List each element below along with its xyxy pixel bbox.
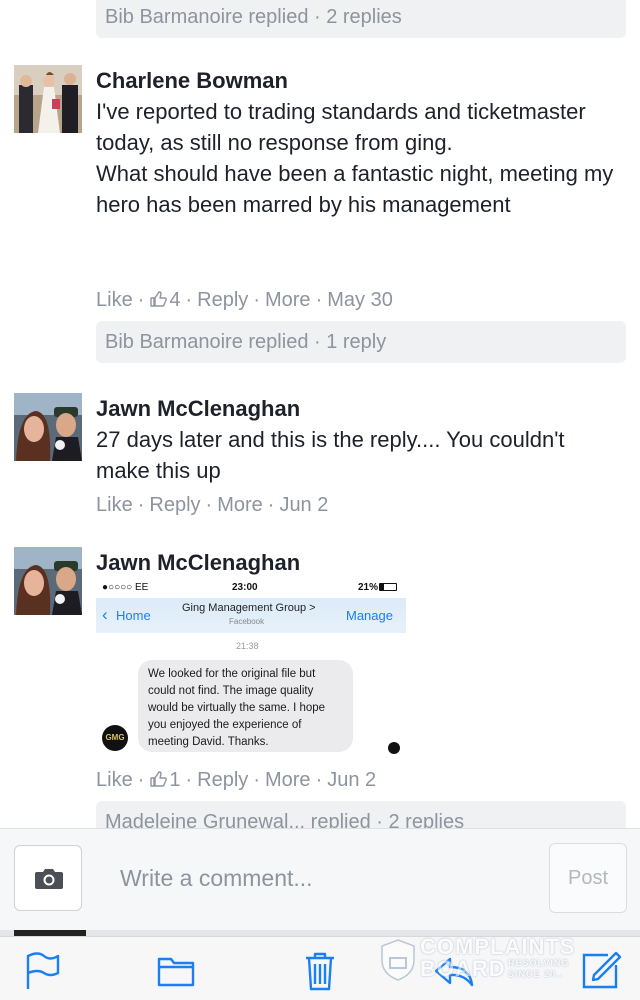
screenshot-status-bar: ●○○○○ EE 23:00 21% <box>96 578 406 598</box>
page-subtitle: Facebook <box>229 617 265 626</box>
comment-author[interactable]: Charlene Bowman <box>96 66 288 96</box>
chevron-left-icon: ‹ <box>102 605 108 624</box>
clock-label: 23:00 <box>232 582 258 593</box>
reply-icon[interactable] <box>432 949 476 993</box>
comment-author[interactable]: Jawn McClenaghan <box>96 394 300 424</box>
like-link[interactable]: Like <box>96 491 133 519</box>
more-link[interactable]: More <box>217 491 263 519</box>
sender-badge-text: GMG <box>105 733 125 742</box>
reply-summary-text: Madeleine Grunewal... replied · 2 replie… <box>105 811 465 828</box>
post-button[interactable]: Post <box>549 843 627 913</box>
battery-icon <box>379 583 397 591</box>
comment-date[interactable]: Jun 2 <box>279 491 328 519</box>
comment-text-line: What should have been a fantastic night,… <box>96 161 614 217</box>
reply-link[interactable]: Reply <box>197 766 248 794</box>
thumbs-up-icon <box>150 291 168 307</box>
flag-icon[interactable] <box>20 949 64 993</box>
reply-link[interactable]: Reply <box>149 491 200 519</box>
page-title: Ging Management Group > <box>182 602 316 614</box>
comment-composer: Post <box>0 828 640 930</box>
screenshot-nav-bar: ‹ Home Ging Management Group > Facebook … <box>96 598 406 633</box>
comment-actions: Like · 4 · Reply · More · May 30 <box>96 286 393 314</box>
battery-label: 21% <box>358 582 379 593</box>
comment-date[interactable]: Jun 2 <box>327 766 376 794</box>
reply-summary-bar[interactable]: Madeleine Grunewal... replied · 2 replie… <box>96 801 626 828</box>
comment-actions: Like · Reply · More · Jun 2 <box>96 491 328 519</box>
compose-icon[interactable] <box>578 949 622 993</box>
reply-link[interactable]: Reply <box>197 286 248 314</box>
message-time: 21:38 <box>236 641 259 651</box>
camera-icon <box>35 869 63 889</box>
reply-summary-text: Bib Barmanoire replied · 2 replies <box>105 6 402 28</box>
read-receipt-icon <box>388 742 400 754</box>
avatar[interactable] <box>14 65 82 133</box>
like-count[interactable]: 1 <box>149 766 181 794</box>
comment-text-line: I've reported to trading standards and t… <box>96 99 586 155</box>
comment-input[interactable] <box>96 845 536 911</box>
back-label: Home <box>116 608 151 623</box>
manage-label: Manage <box>346 608 393 623</box>
attached-screenshot[interactable]: ●○○○○ EE 23:00 21% ‹ Home Ging Managemen… <box>96 578 416 763</box>
more-link[interactable]: More <box>265 766 311 794</box>
trash-icon[interactable] <box>298 949 342 993</box>
camera-button[interactable] <box>14 845 82 911</box>
avatar[interactable] <box>14 547 82 615</box>
comment-author[interactable]: Jawn McClenaghan <box>96 548 300 578</box>
carrier-label: ●○○○○ EE <box>102 582 149 593</box>
comment-date[interactable]: May 30 <box>327 286 393 314</box>
like-link[interactable]: Like <box>96 286 133 314</box>
bottom-toolbar <box>0 936 640 1000</box>
avatar[interactable] <box>14 393 82 461</box>
thumbs-up-icon <box>150 771 168 787</box>
message-bubble: We looked for the original file but coul… <box>138 660 353 752</box>
comment-text: 27 days later and this is the reply.... … <box>96 427 565 483</box>
reply-summary-text: Bib Barmanoire replied · 1 reply <box>105 331 387 353</box>
sender-avatar: GMG <box>102 725 128 751</box>
like-count[interactable]: 4 <box>149 286 181 314</box>
reply-summary-bar[interactable]: Bib Barmanoire replied · 1 reply <box>96 321 626 363</box>
comment-body: I've reported to trading standards and t… <box>96 96 616 220</box>
reply-summary-bar[interactable]: Bib Barmanoire replied · 2 replies <box>96 0 626 38</box>
more-link[interactable]: More <box>265 286 311 314</box>
comment-actions: Like · 1 · Reply · More · Jun 2 <box>96 766 376 794</box>
folder-icon[interactable] <box>154 949 198 993</box>
like-link[interactable]: Like <box>96 766 133 794</box>
